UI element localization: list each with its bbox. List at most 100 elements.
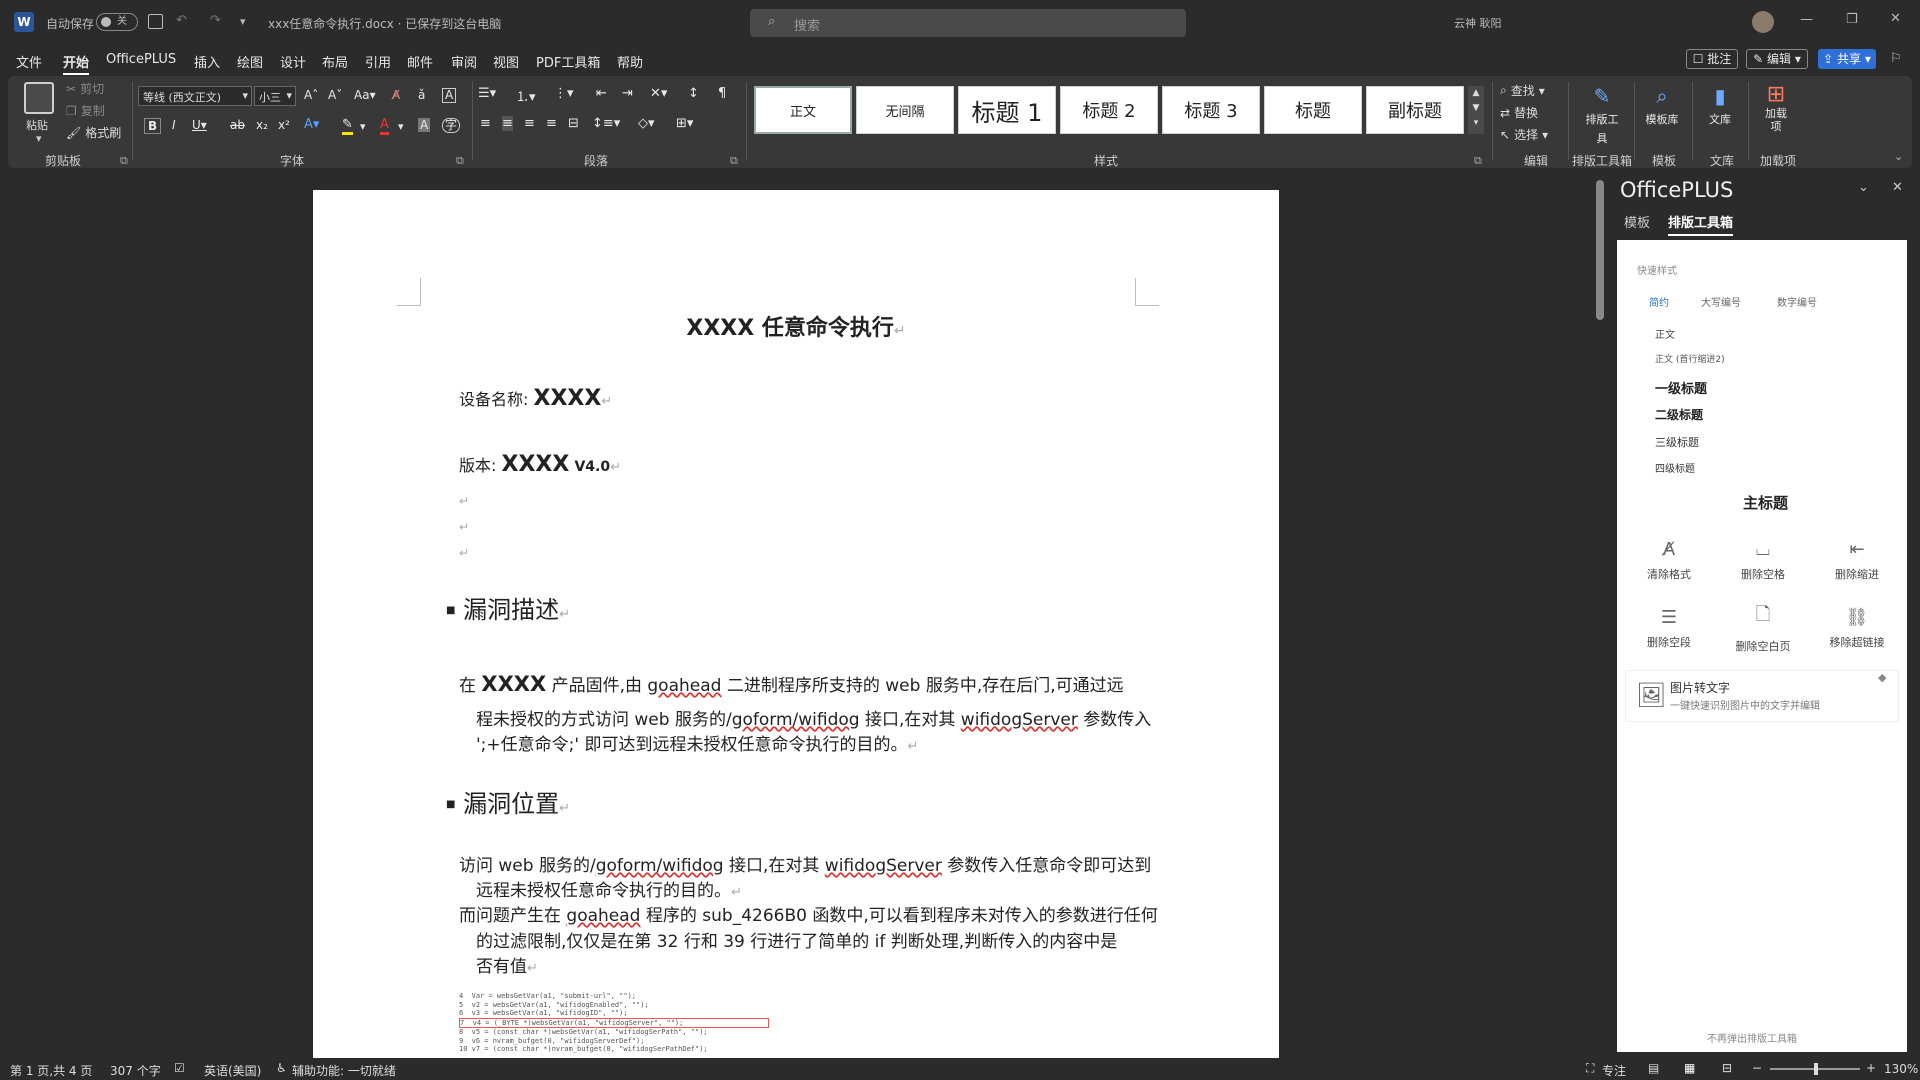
- print-layout-icon[interactable]: ▦: [1684, 1061, 1695, 1075]
- heading-vulnerability-description[interactable]: ■ 漏洞描述↵: [446, 594, 570, 631]
- panel-close-icon[interactable]: ✕: [1892, 180, 1903, 195]
- clear-formatting-icon[interactable]: A̸: [392, 88, 400, 102]
- quick-style-h1[interactable]: 一级标题: [1655, 378, 1707, 397]
- highlight-icon[interactable]: ✎: [342, 117, 353, 135]
- read-mode-icon[interactable]: ▤: [1648, 1061, 1659, 1075]
- tab-insert[interactable]: 插入: [194, 52, 220, 71]
- accessibility-status[interactable]: 辅助功能: 一切就绪: [292, 1062, 396, 1079]
- quick-style-indent[interactable]: 正文 (首行缩进2): [1655, 352, 1725, 365]
- save-icon[interactable]: [148, 14, 163, 29]
- select-button[interactable]: ↖ 选择 ▾: [1500, 126, 1548, 143]
- paste-icon[interactable]: [24, 82, 54, 114]
- image-to-text-card[interactable]: 🖼 图片转文字 一键快速识别图片中的文字并编辑 ◆: [1625, 670, 1899, 722]
- tab-mailings[interactable]: 邮件: [407, 52, 433, 71]
- distributed-icon[interactable]: ⊟: [568, 116, 579, 131]
- remove-spaces-tool[interactable]: ⌴ 删除空格: [1717, 530, 1809, 590]
- paragraph-launcher-icon[interactable]: ⧉: [730, 154, 738, 168]
- panel-tab-templates[interactable]: 模板: [1624, 212, 1650, 231]
- tab-help[interactable]: 帮助: [617, 52, 643, 71]
- font-color-dropdown-icon[interactable]: ▾: [398, 120, 404, 133]
- zoom-out-icon[interactable]: −: [1752, 1061, 1762, 1075]
- enclose-characters-icon[interactable]: 字: [442, 118, 461, 133]
- justify-icon[interactable]: ≡: [546, 116, 557, 131]
- strikethrough-icon[interactable]: ab: [230, 118, 245, 132]
- shading-icon[interactable]: ◇▾: [638, 116, 655, 131]
- library-button[interactable]: ▮ 文库: [1702, 84, 1738, 136]
- show-marks-icon[interactable]: ¶: [718, 86, 726, 101]
- align-center-icon[interactable]: ≡: [502, 116, 513, 131]
- paste-dropdown-icon[interactable]: ▾: [36, 132, 42, 145]
- feedback-icon[interactable]: ⚐: [1890, 51, 1902, 66]
- focus-icon[interactable]: ⛶: [1586, 1061, 1594, 1076]
- web-layout-icon[interactable]: ⊟: [1722, 1061, 1732, 1075]
- align-left-icon[interactable]: ≡: [480, 116, 491, 131]
- style-heading-1[interactable]: 标题 1: [958, 86, 1056, 134]
- avatar[interactable]: [1752, 11, 1774, 33]
- quick-style-normal[interactable]: 正文: [1655, 326, 1675, 341]
- subtab-simple[interactable]: 简约: [1649, 294, 1669, 309]
- styles-launcher-icon[interactable]: ⧉: [1474, 154, 1482, 168]
- autosave-toggle[interactable]: 关: [96, 13, 138, 31]
- subtab-uppercase-numbering[interactable]: 大写编号: [1701, 294, 1741, 309]
- tab-draw[interactable]: 绘图: [237, 52, 263, 71]
- remove-empty-para-tool[interactable]: ☰ 删除空段: [1623, 598, 1715, 658]
- document-page[interactable]: XXXX 任意命令执行↵ 设备名称: XXXX↵ 版本: XXXX V4.0↵ …: [313, 190, 1279, 1060]
- tab-review[interactable]: 审阅: [451, 52, 477, 71]
- find-button[interactable]: ⌕ 查找 ▾: [1500, 82, 1545, 99]
- language-indicator[interactable]: 英语(美国): [204, 1062, 261, 1079]
- remove-hyperlink-tool[interactable]: ⛓ 移除超链接: [1811, 598, 1903, 658]
- heading-vulnerability-location[interactable]: ■ 漏洞位置↵: [446, 788, 570, 825]
- document-filename[interactable]: xxx任意命令执行.docx · 已保存到这台电脑: [268, 15, 501, 32]
- underline-icon[interactable]: U▾: [192, 118, 207, 132]
- clipboard-launcher-icon[interactable]: ⧉: [120, 154, 128, 168]
- replace-button[interactable]: ⇄ 替换: [1500, 104, 1538, 121]
- superscript-icon[interactable]: x²: [278, 118, 290, 132]
- subtab-number-numbering[interactable]: 数字编号: [1777, 294, 1817, 309]
- edit-mode-button[interactable]: ✎ 编辑 ▾: [1746, 49, 1808, 69]
- addins-button[interactable]: ⊞ 加载项: [1758, 82, 1794, 144]
- loc-line-2[interactable]: 远程未授权任意命令执行的目的。↵: [476, 879, 1176, 905]
- code-screenshot-image[interactable]: 4 Var = websGetVar(a1, "submit-url", "")…: [459, 992, 769, 1058]
- paste-button[interactable]: 粘贴: [26, 117, 48, 133]
- panel-collapse-icon[interactable]: ⌄: [1858, 180, 1869, 195]
- quick-style-h3[interactable]: 三级标题: [1655, 434, 1699, 450]
- character-shading-icon[interactable]: A: [418, 118, 431, 132]
- tab-file[interactable]: 文件: [16, 52, 42, 71]
- align-right-icon[interactable]: ≡: [524, 116, 535, 131]
- proofing-icon[interactable]: ☑: [174, 1061, 185, 1075]
- line-spacing-icon[interactable]: ↕≡▾: [592, 116, 620, 131]
- bullets-icon[interactable]: ☰▾: [478, 86, 496, 101]
- tab-design[interactable]: 设计: [280, 52, 306, 71]
- font-launcher-icon[interactable]: ⧉: [456, 154, 464, 168]
- template-library-button[interactable]: ⌕ 模板库: [1642, 84, 1682, 136]
- copy-button[interactable]: ❐ 复制: [66, 102, 105, 119]
- text-effects-icon[interactable]: A▾: [304, 117, 319, 132]
- change-case-icon[interactable]: Aa▾: [354, 88, 376, 102]
- style-normal[interactable]: 正文: [754, 86, 852, 134]
- style-subtitle[interactable]: 副标题: [1366, 86, 1464, 134]
- customize-qat-icon[interactable]: ▾: [240, 15, 246, 28]
- tab-pdf-tools[interactable]: PDF工具箱: [536, 52, 600, 71]
- zoom-in-icon[interactable]: +: [1866, 1061, 1876, 1075]
- clear-format-tool[interactable]: A̸ 清除格式: [1623, 530, 1715, 590]
- dont-show-again-link[interactable]: 不再弹出排版工具箱: [1707, 1030, 1797, 1045]
- styles-scroll[interactable]: ▲ ▼ ▾: [1468, 86, 1484, 134]
- quick-style-main-title[interactable]: 主标题: [1743, 492, 1788, 513]
- version-line[interactable]: 版本: XXXX V4.0↵: [459, 452, 621, 480]
- multilevel-list-icon[interactable]: ⋮▾: [554, 86, 574, 101]
- style-no-spacing[interactable]: 无间隔: [856, 86, 954, 134]
- page-count[interactable]: 第 1 页,共 4 页: [10, 1062, 92, 1079]
- tab-home[interactable]: 开始: [63, 52, 90, 75]
- tab-officeplus[interactable]: OfficePLUS: [106, 52, 176, 67]
- highlight-dropdown-icon[interactable]: ▾: [360, 120, 366, 133]
- share-button[interactable]: ⇪ 共享 ▾: [1818, 49, 1876, 69]
- loc-line-4[interactable]: 的过滤限制,仅仅是在第 32 行和 39 行进行了简单的 if 判断处理,判断传…: [476, 930, 1176, 955]
- loc-line-5[interactable]: 否有值↵: [476, 955, 1176, 981]
- search-box[interactable]: ⌕ 搜索: [750, 9, 1186, 37]
- numbering-icon[interactable]: ⒈▾: [516, 86, 536, 105]
- panel-tab-layout-toolbox[interactable]: 排版工具箱: [1668, 212, 1734, 236]
- desc-line-2[interactable]: 程未授权的方式访问 web 服务的/goform/wifidog 接口,在对其 …: [476, 708, 1176, 733]
- loc-line-1[interactable]: 访问 web 服务的/goform/wifidog 接口,在对其 wifidog…: [459, 854, 1159, 879]
- font-size-select[interactable]: 小三 ▾: [254, 86, 296, 106]
- style-heading-3[interactable]: 标题 3: [1162, 86, 1260, 134]
